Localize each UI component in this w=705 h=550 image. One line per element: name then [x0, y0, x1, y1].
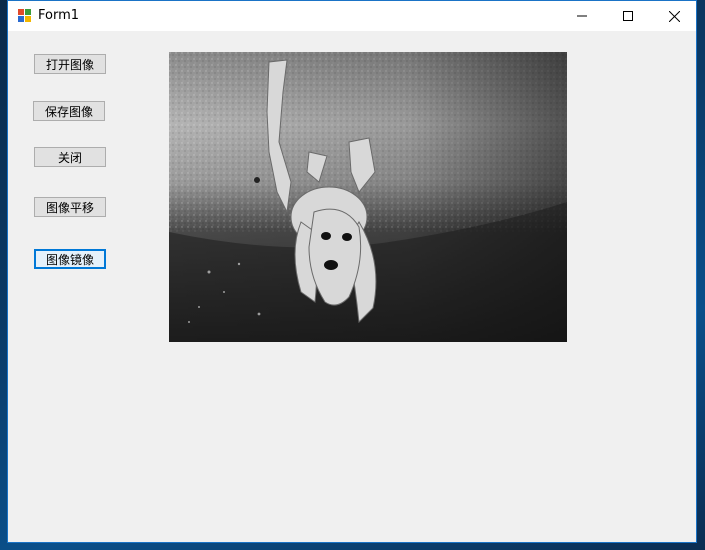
save-image-button[interactable]: 保存图像 — [33, 101, 105, 121]
title-bar[interactable]: Form1 — [8, 1, 696, 31]
close-icon — [668, 10, 680, 22]
picture-box — [169, 52, 567, 342]
mirror-image-button[interactable]: 图像镜像 — [34, 249, 106, 269]
maximize-button[interactable] — [605, 1, 651, 31]
dog-photo-image — [169, 52, 567, 342]
minimize-icon — [577, 15, 587, 17]
open-image-button[interactable]: 打开图像 — [34, 54, 106, 74]
minimize-button[interactable] — [559, 1, 605, 31]
translate-image-button[interactable]: 图像平移 — [34, 197, 106, 217]
maximize-icon — [623, 11, 633, 21]
window-title: Form1 — [38, 8, 80, 23]
main-window: Form1 打开图像 保存图像 关闭 图像平移 图像镜像 — [7, 0, 697, 543]
close-window-button[interactable] — [651, 1, 697, 31]
app-icon — [18, 9, 31, 22]
close-button[interactable]: 关闭 — [34, 147, 106, 167]
